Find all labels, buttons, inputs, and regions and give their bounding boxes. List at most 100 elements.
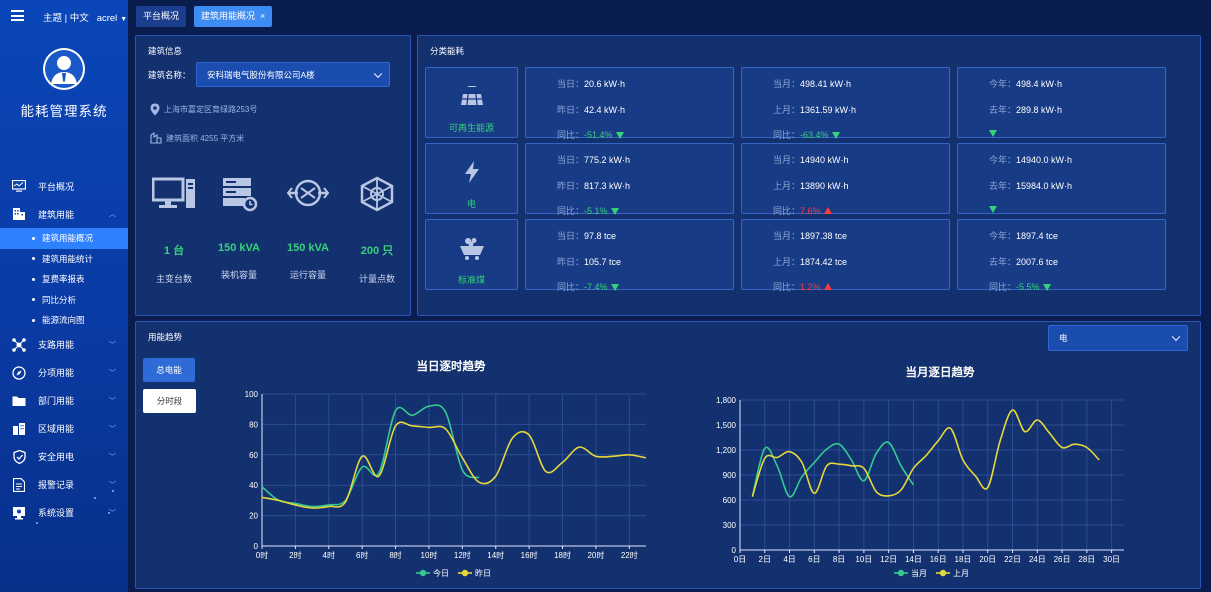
sidebar-item-building-energy[interactable]: 建筑用能 ︿ [0, 200, 128, 228]
tab-building-overview[interactable]: 建筑用能概况 × [194, 6, 273, 27]
x-tick-label: 10时 [421, 550, 438, 560]
sidebar-subitem-energy-flow[interactable]: 能源流向图 [0, 310, 128, 331]
theme-link[interactable]: 主题 [43, 13, 62, 24]
x-tick-label: 18日 [955, 555, 972, 564]
category-renewable[interactable]: 可再生能源 [425, 67, 518, 138]
y-tick-label: 1,200 [716, 446, 737, 455]
computer-icon [144, 176, 204, 220]
monthly-trend-chart: 0 300 600 900 1,200 1,500 1,800 0日 2日 4日 6日 8日 10日 12… [716, 396, 1124, 578]
daily-trend-chart: 0 20 40 60 80 100 0时 2时 4时 6时 8时 10时 12时 14时 16时 18时 20时… [245, 390, 647, 578]
sidebar-item-branch-energy[interactable]: 支路用能 ﹀ [0, 331, 128, 359]
sidebar-subitem-building-overview[interactable]: 建筑用能概况 [0, 228, 128, 249]
lightning-icon [426, 160, 517, 184]
time-period-button[interactable]: 分时段 [143, 389, 196, 413]
x-tick-label: 6日 [808, 555, 820, 564]
value: 105.7 tce [584, 257, 622, 267]
value: 2007.6 tce [1016, 257, 1059, 267]
solar-panel-icon [426, 86, 517, 108]
sidebar-item-label: 建筑用能 [38, 209, 75, 220]
electricity-day-card: 当日：775.2 kW·h 昨日：817.3 kW·h 同比：-5.1% [525, 143, 734, 216]
yoy-value: 1.2% [800, 282, 821, 292]
monthly-chart-title: 当月逐日趋势 [905, 367, 975, 379]
sidebar-item-alarm-records[interactable]: 报警记录 ﹀ [0, 471, 128, 499]
arrow-down-icon [610, 208, 619, 215]
stat-running-capacity: 150 kVA 运行容量 [278, 176, 338, 281]
sidebar-item-label: 平台概况 [38, 181, 75, 192]
x-tick-label: 2时 [289, 550, 301, 560]
renewable-year-card: 今年：498.4 kW·h 去年：289.8 kW·h [957, 67, 1166, 138]
category-electricity[interactable]: 电 [425, 143, 518, 214]
building-stats: 1 台 主变台数 150 kVA 装机容量 150 kVA 运行容量 200 只… [144, 176, 407, 284]
renewable-day-card: 当日：20.6 kW·h 昨日：42.4 kW·h 同比：-51.4% [525, 67, 734, 140]
sidebar-item-label: 区域用能 [38, 424, 75, 434]
chevron-down-icon: ﹀ [109, 509, 116, 517]
renewable-month-card: 当月：498.41 kW·h 上月：1361.59 kW·h 同比：-63.4% [741, 67, 950, 140]
arrow-down-icon [831, 132, 840, 139]
legend-marker [419, 569, 427, 577]
chevron-down-icon: ﹀ [109, 369, 116, 377]
sidebar-subitem-building-statistics[interactable]: 建筑用能统计 [0, 249, 128, 270]
y-tick-label: 0 [732, 546, 737, 555]
electricity-month-card: 当月：14940 kW·h 上月：13890 kW·h 同比：7.6% [741, 143, 950, 216]
user-avatar-icon [45, 50, 83, 88]
y-tick-label: 1,800 [716, 396, 737, 405]
sidebar-item-region-energy[interactable]: 区域用能 ﹀ [0, 415, 128, 443]
document-icon [12, 477, 26, 492]
y-tick-label: 0 [254, 542, 259, 551]
x-tick-label: 24日 [1029, 555, 1046, 564]
yoy-value: 7.6% [800, 206, 821, 216]
category-standard-coal[interactable]: 标准煤 [425, 219, 518, 290]
y-tick-label: 1,500 [716, 421, 737, 430]
x-tick-label: 30日 [1103, 555, 1120, 564]
avatar[interactable] [43, 48, 85, 90]
monitor-icon [12, 179, 26, 193]
language-link[interactable]: 中文 [70, 13, 89, 24]
chevron-down-icon: ﹀ [109, 425, 116, 433]
server-icon [209, 176, 269, 220]
chevron-down-icon [1171, 332, 1181, 342]
x-tick-label: 0时 [256, 550, 268, 560]
sidebar-item-sub-energy[interactable]: 分项用能 ﹀ [0, 359, 128, 387]
y-tick-label: 600 [723, 496, 737, 505]
yoy-value: -7.4% [584, 282, 608, 292]
building-select-value: 安科瑞电气股份有限公司A楼 [207, 69, 315, 80]
y-tick-label: 20 [249, 512, 258, 521]
sidebar-item-label: 部门用能 [38, 396, 75, 406]
energy-type-select[interactable]: 电 [1048, 325, 1188, 351]
chevron-down-icon [373, 69, 383, 78]
network-icon [278, 176, 338, 220]
header-links: 主题 | 中文 acrel ▼ [43, 13, 128, 24]
hexagon-icon [347, 176, 407, 220]
yoy-value: -63.4% [800, 130, 829, 140]
total-energy-button[interactable]: 总电能 [143, 358, 195, 382]
coal-day-card: 当日：97.8 tce 昨日：105.7 tce 同比：-7.4% [525, 219, 734, 292]
stat-label: 主变台数 [155, 274, 192, 284]
stat-value: 200 只 [360, 245, 394, 257]
decor-dot [94, 497, 96, 499]
sidebar-subitem-yoy-analysis[interactable]: 同比分析 [0, 290, 128, 311]
sidebar-item-platform-overview[interactable]: 平台概况 [0, 172, 128, 200]
x-tick-label: 0日 [734, 555, 746, 564]
user-menu[interactable]: acrel ▼ [97, 13, 128, 24]
stat-transformers: 1 台 主变台数 [144, 176, 204, 285]
building-info-panel: 建筑信息 建筑名称： 安科瑞电气股份有限公司A楼 上海市嘉定区育绿路253号 建… [135, 35, 411, 316]
x-tick-label: 14时 [487, 550, 504, 560]
series-line-2 [751, 409, 1100, 497]
sidebar: 主题 | 中文 acrel ▼ 能耗管理系统 平台概况 建筑用能 ︿ 建筑用能概况… [0, 0, 128, 592]
tab-platform-overview[interactable]: 平台概况 [136, 6, 187, 27]
sidebar-item-safety-power[interactable]: 安全用电 ﹀ [0, 443, 128, 471]
close-icon[interactable]: × [260, 11, 265, 21]
building-select[interactable]: 安科瑞电气股份有限公司A楼 [196, 62, 390, 87]
bullet-icon [32, 318, 35, 322]
sidebar-item-department-energy[interactable]: 部门用能 ﹀ [0, 387, 128, 415]
bullet-icon [32, 257, 35, 261]
stat-value: 150 kVA [287, 242, 329, 254]
x-tick-label: 2日 [759, 555, 771, 564]
sidebar-subitem-rate-report[interactable]: 复费率报表 [0, 269, 128, 290]
value: 775.2 kW·h [584, 155, 631, 165]
tab-bar: 平台概况 建筑用能概况 × [128, 0, 1211, 33]
hamburger-menu-icon[interactable] [11, 10, 24, 21]
x-tick-label: 12日 [880, 555, 897, 564]
settings-icon [12, 506, 26, 520]
chevron-down-icon: ﹀ [109, 397, 116, 405]
